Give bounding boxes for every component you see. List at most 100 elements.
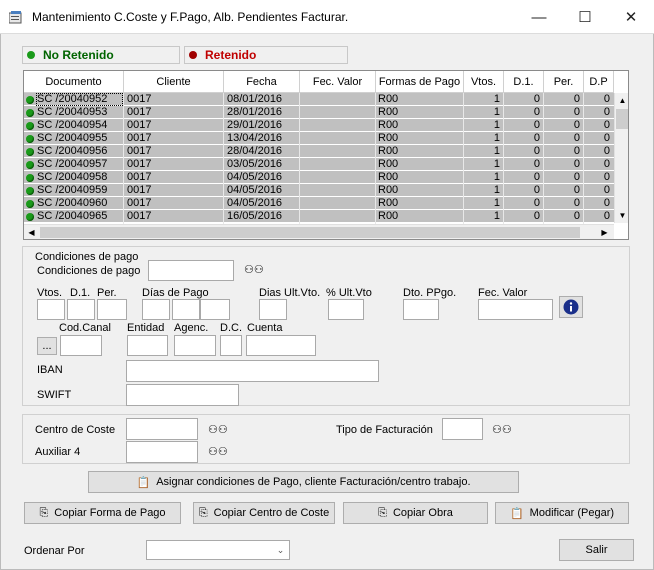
table-cell-cliente[interactable]: 0017 — [127, 119, 222, 132]
table-cell-forma[interactable]: R00 — [378, 119, 462, 132]
vertical-scrollbar[interactable]: ▲ ▼ — [614, 93, 628, 223]
table-cell-dp[interactable]: 0 — [584, 210, 610, 223]
table-row[interactable]: SC /20040960 0017 04/05/2016 R00 1 0 0 0 — [24, 197, 614, 210]
d1-input[interactable] — [67, 299, 95, 320]
table-row[interactable]: SC /20040955 0017 13/04/2016 R00 1 0 0 0 — [24, 132, 614, 145]
table-cell-per[interactable]: 0 — [544, 145, 580, 158]
table-cell-doc[interactable]: SC /20040965 — [37, 210, 123, 223]
table-cell-cliente[interactable]: 0017 — [127, 197, 222, 210]
table-cell-vtos[interactable]: 1 — [464, 145, 500, 158]
scroll-up-icon[interactable]: ▲ — [615, 93, 628, 108]
dc-input[interactable] — [220, 335, 242, 356]
table-cell-vtos[interactable]: 1 — [464, 132, 500, 145]
table-cell-doc[interactable]: SC /20040960 — [37, 197, 123, 210]
table-cell-vtos[interactable]: 1 — [464, 171, 500, 184]
table-cell-fecha[interactable]: 28/04/2016 — [227, 145, 299, 158]
column-header-formas-pago[interactable]: Formas de Pago — [376, 71, 464, 93]
table-cell-dp[interactable]: 0 — [584, 197, 610, 210]
scroll-thumb[interactable] — [616, 109, 628, 129]
table-cell-doc[interactable]: SC /20040954 — [37, 119, 123, 132]
dto-ppgo-input[interactable] — [403, 299, 439, 320]
table-cell-fecha[interactable]: 29/01/2016 — [227, 119, 299, 132]
table-cell-forma[interactable]: R00 — [378, 132, 462, 145]
table-cell-fec-valor[interactable] — [303, 119, 375, 132]
table-cell-cliente[interactable]: 0017 — [127, 184, 222, 197]
table-cell-fec-valor[interactable] — [303, 158, 375, 171]
table-cell-d1[interactable]: 0 — [504, 184, 540, 197]
tipo-facturacion-binoculars-icon[interactable]: ⚇⚇ — [492, 423, 512, 436]
table-cell-d1[interactable]: 0 — [504, 158, 540, 171]
table-cell-dp[interactable]: 0 — [584, 145, 610, 158]
dias-pago-3-input[interactable] — [200, 299, 230, 320]
table-cell-forma[interactable]: R00 — [378, 210, 462, 223]
hscroll-thumb[interactable] — [40, 227, 580, 238]
table-cell-doc[interactable]: SC /20040955 — [37, 132, 123, 145]
table-cell-cliente[interactable]: 0017 — [127, 106, 222, 119]
scroll-down-icon[interactable]: ▼ — [615, 208, 628, 223]
column-header-per[interactable]: Per. — [544, 71, 584, 93]
table-cell-fecha[interactable]: 13/04/2016 — [227, 132, 299, 145]
table-cell-d1[interactable]: 0 — [504, 210, 540, 223]
swift-input[interactable] — [126, 384, 239, 406]
table-cell-dp[interactable]: 0 — [584, 119, 610, 132]
table-cell-forma[interactable]: R00 — [378, 171, 462, 184]
table-cell-vtos[interactable]: 1 — [464, 158, 500, 171]
table-cell-vtos[interactable]: 1 — [464, 119, 500, 132]
per-input[interactable] — [97, 299, 127, 320]
asignar-button[interactable]: 📋 Asignar condiciones de Pago, cliente F… — [88, 471, 519, 493]
table-cell-fecha[interactable]: 16/05/2016 — [227, 210, 299, 223]
table-cell-fec-valor[interactable] — [303, 197, 375, 210]
table-cell-cliente[interactable]: 0017 — [127, 145, 222, 158]
table-cell-cliente[interactable]: 0017 — [127, 158, 222, 171]
copiar-forma-pago-button[interactable]: ⎘ Copiar Forma de Pago — [24, 502, 181, 524]
table-row[interactable]: SC /20040957 0017 03/05/2016 R00 1 0 0 0 — [24, 158, 614, 171]
modificar-button[interactable]: 📋 Modificar (Pegar) — [495, 502, 629, 524]
table-cell-fec-valor[interactable] — [303, 210, 375, 223]
centro-coste-binoculars-icon[interactable]: ⚇⚇ — [208, 423, 228, 436]
iban-input[interactable] — [126, 360, 379, 382]
table-cell-vtos[interactable]: 1 — [464, 106, 500, 119]
horizontal-scrollbar[interactable]: ◀ ▶ — [24, 224, 614, 239]
table-cell-per[interactable]: 0 — [544, 210, 580, 223]
table-cell-per[interactable]: 0 — [544, 93, 580, 106]
table-row[interactable]: SC /20040959 0017 04/05/2016 R00 1 0 0 0 — [24, 184, 614, 197]
tipo-facturacion-input[interactable] — [442, 418, 483, 440]
ellipsis-button[interactable]: ... — [37, 337, 57, 355]
table-cell-per[interactable]: 0 — [544, 119, 580, 132]
scroll-left-icon[interactable]: ◀ — [24, 225, 39, 239]
table-row[interactable]: SC /20040953 0017 28/01/2016 R00 1 0 0 0 — [24, 106, 614, 119]
pct-ult-vto-input[interactable] — [328, 299, 364, 320]
dias-pago-1-input[interactable] — [142, 299, 170, 320]
cod-canal-input[interactable] — [60, 335, 102, 356]
table-cell-per[interactable]: 0 — [544, 197, 580, 210]
dias-pago-2-input[interactable] — [172, 299, 200, 320]
table-cell-d1[interactable]: 0 — [504, 132, 540, 145]
table-cell-vtos[interactable]: 1 — [464, 210, 500, 223]
table-cell-dp[interactable]: 0 — [584, 158, 610, 171]
centro-coste-input[interactable] — [126, 418, 198, 440]
column-header-d1[interactable]: D.1. — [504, 71, 544, 93]
chevron-down-icon[interactable]: ⌄ — [272, 541, 289, 559]
table-cell-vtos[interactable]: 1 — [464, 197, 500, 210]
table-cell-vtos[interactable]: 1 — [464, 93, 500, 106]
table-cell-vtos[interactable]: 1 — [464, 184, 500, 197]
maximize-button[interactable]: ☐ — [562, 0, 608, 34]
column-header-vtos[interactable]: Vtos. — [464, 71, 504, 93]
table-cell-forma[interactable]: R00 — [378, 145, 462, 158]
table-cell-d1[interactable]: 0 — [504, 106, 540, 119]
table-cell-fecha[interactable]: 04/05/2016 — [227, 184, 299, 197]
table-cell-fecha[interactable]: 04/05/2016 — [227, 197, 299, 210]
table-cell-forma[interactable]: R00 — [378, 158, 462, 171]
cuenta-input[interactable] — [246, 335, 316, 356]
fec-valor-input[interactable] — [478, 299, 553, 320]
column-header-documento[interactable]: Documento — [24, 71, 124, 93]
table-cell-d1[interactable]: 0 — [504, 145, 540, 158]
table-row[interactable]: SC /20040965 0017 16/05/2016 R00 1 0 0 0 — [24, 210, 614, 223]
table-cell-per[interactable]: 0 — [544, 158, 580, 171]
table-row[interactable]: SC /20040958 0017 04/05/2016 R00 1 0 0 0 — [24, 171, 614, 184]
table-cell-fec-valor[interactable] — [303, 184, 375, 197]
table-cell-forma[interactable]: R00 — [378, 184, 462, 197]
table-cell-per[interactable]: 0 — [544, 106, 580, 119]
scroll-right-icon[interactable]: ▶ — [597, 225, 612, 239]
auxiliar-binoculars-icon[interactable]: ⚇⚇ — [208, 445, 228, 458]
